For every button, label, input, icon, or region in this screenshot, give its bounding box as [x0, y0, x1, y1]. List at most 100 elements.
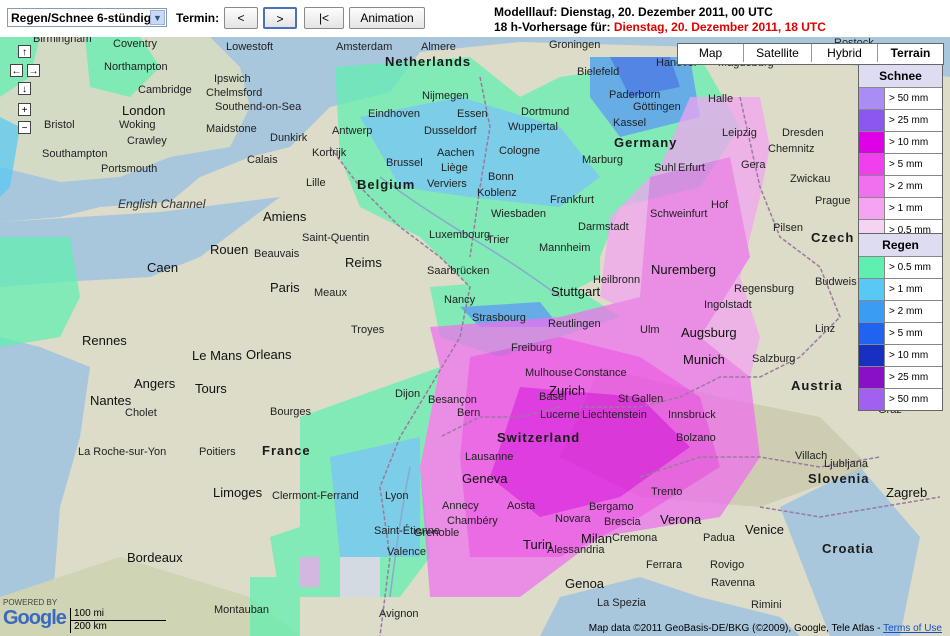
map-label-city: Bern	[457, 407, 481, 419]
map-label-city: Groningen	[549, 39, 601, 51]
legend-row: > 1 mm	[859, 279, 942, 301]
map-label-city: Northampton	[104, 61, 168, 73]
map-label-city: Linz	[815, 323, 836, 335]
map-label-city: Beauvais	[254, 248, 300, 260]
scale-km-label: 200 km	[74, 621, 107, 632]
pan-right-button[interactable]: →	[27, 64, 40, 77]
pan-up-button[interactable]: ↑	[18, 45, 31, 58]
map-label-city: Rimini	[751, 599, 782, 611]
map-label-city: Rouen	[210, 242, 249, 257]
map-label-city: Southend-on-Sea	[215, 101, 302, 113]
map-label-city: Koblenz	[477, 187, 517, 199]
map-label-czech: Czech	[811, 230, 855, 245]
map-label-city: Wuppertal	[508, 121, 558, 133]
map-label-city: Leipzig	[722, 127, 757, 139]
first-button[interactable]: |<	[304, 7, 344, 29]
map-label-city: Luxembourg	[429, 229, 491, 241]
map-label-city: Kassel	[613, 117, 647, 129]
map-type-control: Map Satellite Hybrid Terrain	[677, 43, 944, 65]
map-label-city: La Spezia	[597, 597, 646, 609]
legend-label: > 10 mm	[889, 137, 929, 148]
map-label-city: Göttingen	[633, 101, 681, 113]
termin-label: Termin:	[176, 11, 220, 25]
legend-row: > 0.5 mm	[859, 257, 942, 279]
map-label-city: Prague	[815, 195, 851, 207]
map-label-city: Woking	[119, 119, 156, 131]
map-type-hybrid[interactable]: Hybrid	[811, 44, 877, 62]
map-label-city: Paderborn	[609, 89, 661, 101]
forecast-value: Dienstag, 20. Dezember 2011, 18 UTC	[613, 20, 826, 34]
legend-schnee: Schnee > 50 mm > 25 mm > 10 mm > 5 mm > 2 mm…	[858, 64, 943, 242]
map-label-city: Erfurt	[678, 162, 705, 174]
legend-label: > 1 mm	[889, 203, 923, 214]
animation-button[interactable]: Animation	[349, 7, 425, 29]
map-label-city: Ljubljana	[824, 458, 869, 470]
map-type-terrain[interactable]: Terrain	[877, 44, 943, 62]
forecast-prefix: 18 h-Vorhersage für:	[494, 20, 611, 34]
legend-regen: Regen > 0.5 mm > 1 mm > 2 mm > 5 mm > 10 mm >…	[858, 233, 943, 411]
map-type-satellite[interactable]: Satellite	[743, 44, 811, 62]
map-type-map[interactable]: Map	[678, 44, 743, 62]
map-label-city: Le Mans	[192, 348, 242, 363]
map-label-city: Alessandria	[547, 544, 605, 556]
map-label-city: Ferrara	[646, 559, 683, 571]
legend-swatch	[859, 367, 885, 388]
map-label-city: Orleans	[246, 347, 292, 362]
map-label-city: La Roche-sur-Yon	[78, 446, 167, 458]
legend-row: > 50 mm	[859, 88, 942, 110]
terms-of-use-link[interactable]: Terms of Use	[883, 623, 942, 634]
map-label-city: Cologne	[499, 145, 540, 157]
map-label-city: Liechtenstein	[582, 409, 647, 421]
scale-miles-label: 100 mi	[74, 608, 105, 619]
legend-label: > 25 mm	[889, 115, 929, 126]
map-canvas[interactable]: Netherlands Belgium Germany France Switz…	[0, 37, 950, 636]
map-label-city: Villach	[795, 450, 828, 462]
map-label-city: Bolzano	[676, 432, 716, 444]
legend-row: > 2 mm	[859, 301, 942, 323]
map-label-city: Limoges	[213, 485, 263, 500]
map-label-austria: Austria	[791, 378, 843, 393]
map-label-city: Halle	[708, 93, 734, 105]
map-label-city: Zwickau	[790, 173, 831, 185]
legend-regen-title: Regen	[859, 234, 942, 257]
legend-row: > 5 mm	[859, 154, 942, 176]
map-label-city: Wiesbaden	[491, 208, 547, 220]
google-logo[interactable]: POWERED BY Google	[3, 598, 67, 630]
legend-label: > 10 mm	[889, 350, 929, 361]
copyright-text: Map data ©2011 GeoBasis-DE/BKG (©2009), …	[588, 623, 881, 634]
legend-label: > 0.5 mm	[889, 262, 931, 273]
map-label-city: Genoa	[565, 576, 605, 591]
zoom-in-button[interactable]: +	[18, 103, 31, 116]
map-label-city: Crawley	[127, 135, 167, 147]
map-label-city: Clermont-Ferrand	[272, 490, 359, 502]
map-label-city: Grenoble	[414, 527, 460, 539]
legend-schnee-title: Schnee	[859, 65, 942, 88]
map-label-city: London	[122, 103, 166, 118]
map-label-city: Reutlingen	[548, 318, 601, 330]
prev-button[interactable]: <	[224, 7, 258, 29]
pan-down-button[interactable]: ↓	[18, 82, 31, 95]
map-label-city: Meaux	[314, 287, 348, 299]
map-label-city: Hof	[711, 199, 729, 211]
chevron-down-icon[interactable]: ▼	[150, 10, 165, 25]
map-label-city: Saint-Quentin	[302, 232, 370, 244]
map-label-croatia: Croatia	[822, 541, 874, 556]
map-label-city: Aosta	[507, 500, 536, 512]
map-label-city: Frankfurt	[550, 194, 595, 206]
map-label-city: Cambridge	[138, 84, 192, 96]
map-label-city: Caen	[147, 260, 179, 275]
map-label-city: Lausanne	[465, 451, 514, 463]
pan-left-button[interactable]: ←	[10, 64, 23, 77]
zoom-out-button[interactable]: −	[18, 121, 31, 134]
map-label-city: Chambéry	[447, 515, 498, 527]
legend-label: > 25 mm	[889, 372, 929, 383]
map-label-city: St Gallen	[618, 393, 664, 405]
map-label-city: Nijmegen	[422, 90, 469, 102]
next-button[interactable]: >	[263, 7, 297, 29]
map-label-city: Bordeaux	[127, 550, 183, 565]
legend-swatch	[859, 154, 885, 175]
map-label-city: Nuremberg	[651, 262, 717, 277]
map-label-city: Pilsen	[773, 222, 803, 234]
product-select[interactable]: Regen/Schnee 6-stündig ▼	[7, 8, 167, 27]
legend-label: > 5 mm	[889, 328, 923, 339]
